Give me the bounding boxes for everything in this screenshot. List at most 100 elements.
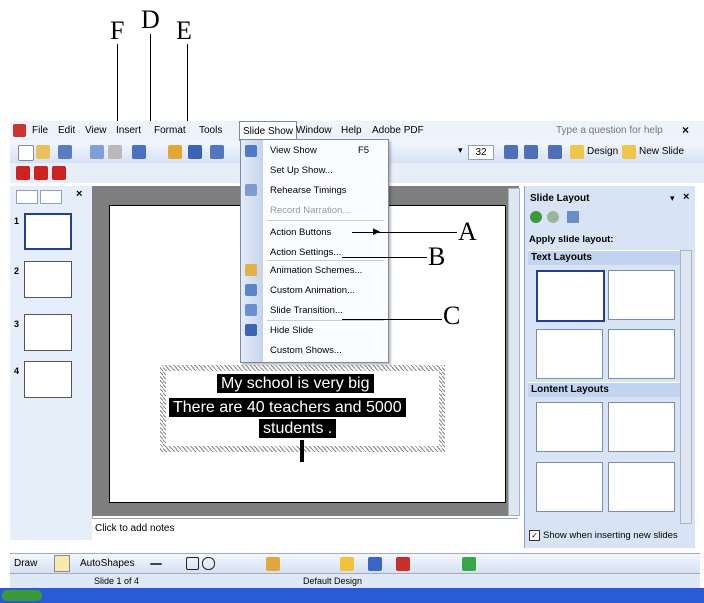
menu-adobe-pdf[interactable]: Adobe PDF xyxy=(372,125,424,136)
show-when-inserting-label: Show when inserting new slides xyxy=(543,530,678,541)
line-color-icon[interactable] xyxy=(368,557,382,571)
close-pane-icon[interactable]: × xyxy=(76,188,82,200)
animation-schemes-icon xyxy=(245,264,257,276)
close-icon[interactable]: × xyxy=(682,123,689,137)
fill-color-icon[interactable] xyxy=(340,557,354,571)
new-icon[interactable] xyxy=(18,145,34,161)
autoshapes-menu[interactable]: AutoShapes xyxy=(80,558,135,569)
notes-pane[interactable]: Click to add notes xyxy=(92,518,518,541)
home-icon[interactable] xyxy=(567,211,579,223)
print-icon[interactable] xyxy=(58,145,72,159)
status-bar: Slide 1 of 4 Default Design xyxy=(10,573,700,589)
slides-tab[interactable] xyxy=(40,190,62,204)
custom-animation-icon xyxy=(245,284,257,296)
menu-insert[interactable]: Insert xyxy=(116,125,141,136)
back-icon[interactable] xyxy=(530,211,542,223)
windows-taskbar xyxy=(0,588,704,603)
slide-thumbnail-3[interactable] xyxy=(24,314,72,351)
bullets-icon[interactable] xyxy=(524,145,538,159)
numbering-icon[interactable] xyxy=(504,145,518,159)
show-when-inserting-checkbox[interactable]: ✓ xyxy=(529,530,540,541)
callout-b: B xyxy=(428,242,446,271)
menu-item-rehearse-timings[interactable]: Rehearse Timings xyxy=(270,185,347,196)
menu-item-action-settings[interactable]: Action Settings... xyxy=(270,247,341,258)
powerpoint-app-icon[interactable] xyxy=(13,124,26,137)
layout-title-only[interactable] xyxy=(608,270,675,320)
menu-item-custom-animation[interactable]: Custom Animation... xyxy=(270,285,355,296)
menu-file[interactable]: File xyxy=(32,125,48,136)
draw-menu[interactable]: Draw xyxy=(14,558,37,569)
paste-icon[interactable] xyxy=(108,145,122,159)
chart-icon[interactable] xyxy=(168,145,182,159)
oval-icon[interactable] xyxy=(202,557,215,570)
vertical-scrollbar[interactable] xyxy=(508,188,520,516)
rectangle-icon[interactable] xyxy=(186,557,199,570)
font-size-dropdown-arrow[interactable]: ▾ xyxy=(458,145,463,156)
design-button[interactable]: Design xyxy=(587,146,618,157)
menu-item-set-up-show[interactable]: Set Up Show... xyxy=(270,165,333,176)
pdf-convert-icon[interactable] xyxy=(16,166,30,180)
layout-two-column-text[interactable] xyxy=(608,329,675,379)
open-icon[interactable] xyxy=(36,145,50,159)
layout-content[interactable] xyxy=(608,402,675,452)
layout-title-slide[interactable] xyxy=(536,270,605,322)
view-show-icon xyxy=(245,145,257,157)
menu-item-record-narration: Record Narration... xyxy=(270,205,351,216)
task-pane-title: Slide Layout xyxy=(530,193,590,204)
slide-count: Slide 1 of 4 xyxy=(94,576,140,586)
font-color-icon[interactable] xyxy=(396,557,410,571)
indent-icon[interactable] xyxy=(548,145,562,159)
clipart-icon[interactable] xyxy=(266,557,280,571)
menu-edit[interactable]: Edit xyxy=(58,125,75,136)
callout-b-line xyxy=(342,257,427,258)
slide-thumbnail-1[interactable] xyxy=(24,213,72,250)
callout-a: A xyxy=(458,217,477,246)
help-search-box[interactable]: Type a question for help xyxy=(556,125,663,136)
new-slide-button[interactable]: New Slide xyxy=(639,146,684,157)
layout-blank[interactable] xyxy=(536,402,603,452)
copy-icon[interactable] xyxy=(90,145,104,159)
slide-thumbnail-2[interactable] xyxy=(24,261,72,298)
menu-tools[interactable]: Tools xyxy=(199,125,222,136)
select-pointer-icon[interactable] xyxy=(54,555,70,572)
menu-item-custom-shows[interactable]: Custom Shows... xyxy=(270,345,342,356)
pdf-review-icon[interactable] xyxy=(52,166,66,180)
slide-text-line-3[interactable]: students . xyxy=(259,419,337,438)
thumb-number: 3 xyxy=(14,319,20,329)
slide-text-line-1[interactable]: My school is very big xyxy=(217,374,374,393)
table-icon[interactable] xyxy=(188,145,202,159)
apply-layout-label: Apply slide layout: xyxy=(529,234,614,245)
font-size-field[interactable]: 32 xyxy=(468,145,494,160)
text-cursor xyxy=(300,440,304,462)
line-icon[interactable] xyxy=(150,563,162,565)
menu-item-animation-schemes[interactable]: Animation Schemes... xyxy=(270,265,362,276)
slide-text-line-2[interactable]: There are 40 teachers and 5000 xyxy=(169,398,406,417)
layout-title-text[interactable] xyxy=(536,329,603,379)
grid-icon[interactable] xyxy=(210,145,224,159)
callout-f-line xyxy=(117,44,118,128)
undo-icon[interactable] xyxy=(132,145,146,159)
menu-item-slide-transition[interactable]: Slide Transition... xyxy=(270,305,343,316)
menu-help[interactable]: Help xyxy=(341,125,362,136)
close-pane-icon[interactable]: × xyxy=(683,191,689,203)
layout-title-content[interactable] xyxy=(536,462,603,512)
menu-item-view-show[interactable]: View Show xyxy=(270,145,317,156)
pane-menu-arrow-icon[interactable]: ▾ xyxy=(670,193,675,204)
slide-thumbnail-4[interactable] xyxy=(24,361,72,398)
forward-icon[interactable] xyxy=(547,211,559,223)
menu-item-action-buttons[interactable]: Action Buttons xyxy=(270,227,331,238)
shadow-icon[interactable] xyxy=(462,557,476,571)
rehearse-icon xyxy=(245,184,257,196)
layout-four-content[interactable] xyxy=(608,462,675,512)
menu-item-hide-slide[interactable]: Hide Slide xyxy=(270,325,313,336)
menu-format[interactable]: Format xyxy=(154,125,186,136)
drawing-toolbar: Draw AutoShapes xyxy=(10,553,700,574)
pdf-email-icon[interactable] xyxy=(34,166,48,180)
menu-slide-show[interactable]: Slide Show xyxy=(239,121,298,141)
task-pane-scrollbar[interactable] xyxy=(680,250,692,524)
menu-view[interactable]: View xyxy=(85,125,107,136)
start-button[interactable] xyxy=(2,590,42,601)
callout-d: D xyxy=(141,5,160,34)
outline-tab[interactable] xyxy=(16,190,38,204)
menu-window[interactable]: Window xyxy=(296,125,332,136)
